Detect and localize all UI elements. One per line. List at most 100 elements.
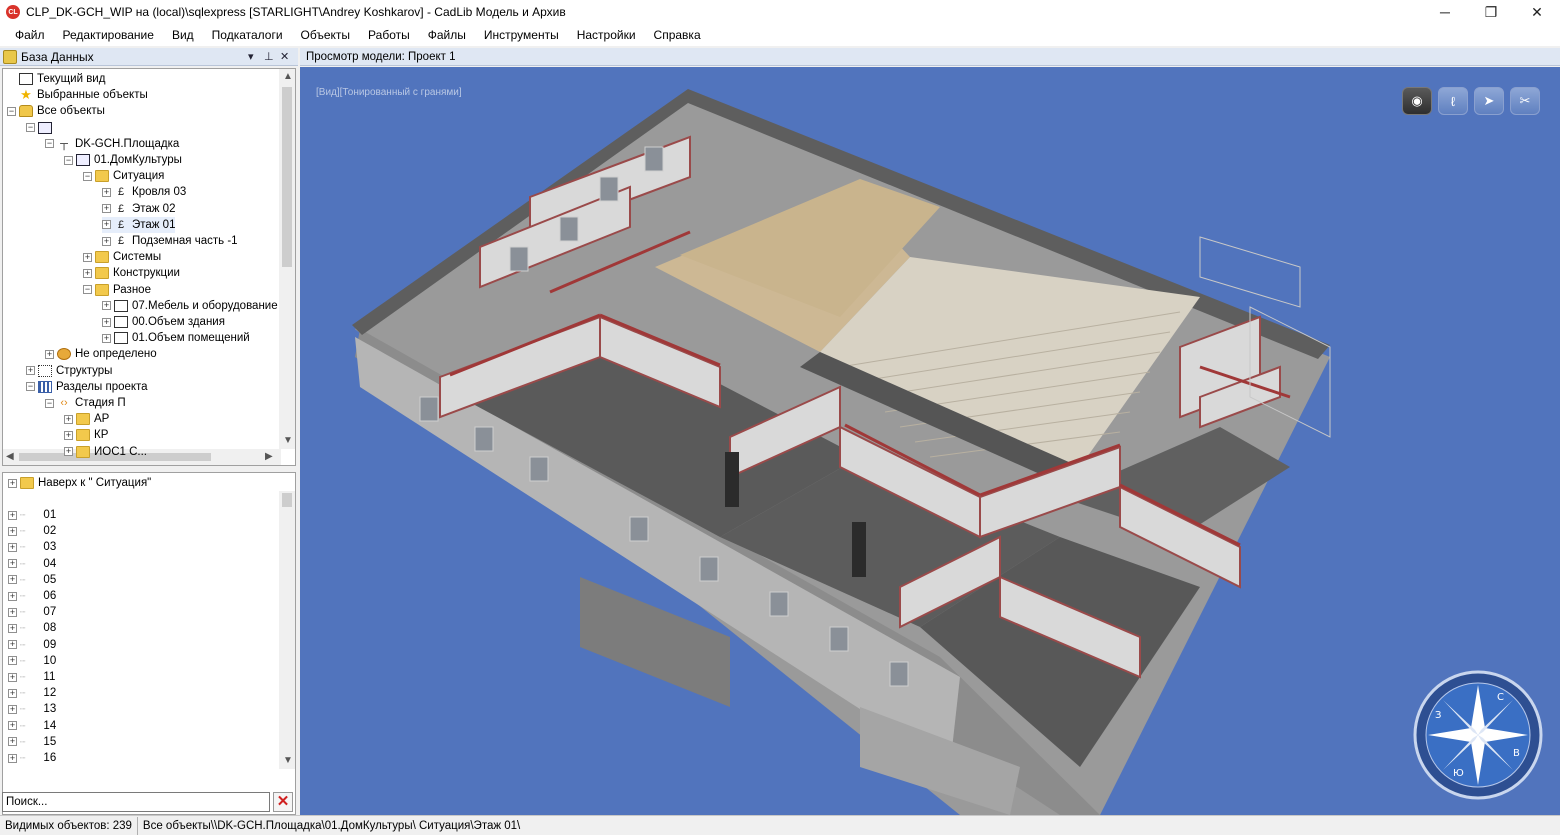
collapse-icon[interactable]: − [45,139,54,149]
expand-icon[interactable]: + [102,187,111,197]
tree-item[interactable]: + Системы [83,249,161,265]
tree-item[interactable]: − ‹› Стадия П [45,395,126,411]
tree-item[interactable]: +01.Объем помещений [102,330,250,346]
list-item[interactable]: + ┈ 13 [8,701,56,717]
expand-icon[interactable]: + [83,252,92,262]
panel-dropdown-icon[interactable]: ▾ [248,48,254,66]
expand-icon[interactable]: + [8,591,17,601]
list-item[interactable]: + ┈ 04 [8,556,56,572]
tree-item[interactable]: + £ Этаж 02 [102,201,175,217]
expand-icon[interactable]: + [102,236,111,246]
tree-item[interactable]: − Разное [83,282,151,298]
close-button[interactable]: ✕ [1514,0,1560,24]
panel-close-icon[interactable]: ✕ [280,48,289,66]
expand-icon[interactable]: + [102,317,111,327]
menu-help[interactable]: Справка [645,24,710,46]
expand-icon[interactable]: + [102,220,111,230]
tree-item[interactable]: − 01.ДомКультуры [64,152,182,168]
expand-icon[interactable]: + [8,623,17,633]
tree-item[interactable]: − Ситуация [83,168,164,184]
scroll-left-icon[interactable]: ◀ [6,451,14,462]
tree-item[interactable]: − Разделы проекта [26,379,148,395]
tree-item[interactable]: − ┬ DK-GCH.Площадка [45,136,179,152]
list-item[interactable]: + ┈ 10 [8,653,56,669]
menu-subcatalogs[interactable]: Подкаталоги [203,24,292,46]
expand-icon[interactable]: + [8,478,17,488]
menu-objects[interactable]: Объекты [292,24,360,46]
children-list[interactable]: + Наверх к " Ситуация" ▼ + ┈ 01 + ┈ 02 + ┈ 03 + ┈ 0… [2,472,296,815]
tree-item[interactable]: + Не определено [45,346,157,362]
scroll-right-icon[interactable]: ▶ [265,451,273,462]
tree-item[interactable]: + £ Этаж 01 [102,216,176,233]
tree-item[interactable]: + £ Кровля 03 [102,184,186,200]
fly-icon[interactable]: ➤ [1474,87,1504,115]
expand-icon[interactable]: + [8,510,17,520]
expand-icon[interactable]: + [8,672,17,682]
expand-icon[interactable]: + [8,737,17,747]
compass-icon[interactable]: С В Ю З [1413,670,1543,800]
list-item[interactable]: + ┈ 03 [8,539,56,555]
menu-settings[interactable]: Настройки [568,24,645,46]
expand-icon[interactable]: + [8,542,17,552]
expand-icon[interactable]: + [83,268,92,278]
menu-works[interactable]: Работы [359,24,419,46]
expand-icon[interactable]: + [102,301,111,311]
tree-item[interactable]: +00.Объем здания [102,314,225,330]
expand-icon[interactable]: + [26,366,35,376]
expand-icon[interactable]: + [8,575,17,585]
maximize-button[interactable]: ❐ [1468,0,1514,24]
collapse-icon[interactable]: − [64,155,73,165]
tree-item[interactable]: + £ Подземная часть -1 [102,233,238,249]
tree-item[interactable]: + Структуры [26,363,112,379]
up-to-parent-item[interactable]: + Наверх к " Ситуация" [8,475,151,491]
expand-icon[interactable]: + [8,559,17,569]
expand-icon[interactable]: + [8,640,17,650]
list-item[interactable]: + ┈ 09 [8,637,56,653]
panel-pin-icon[interactable]: ⊥ [264,48,274,66]
menu-edit[interactable]: Редактирование [54,24,163,46]
list-item[interactable]: + ┈ 08 [8,620,56,636]
model-viewport[interactable]: [Вид][Тонированный с гранями] ◉ ℓ ➤ ✂ С … [300,67,1560,815]
walk-icon[interactable]: ℓ [1438,87,1468,115]
tree-item[interactable]: + КР [64,427,108,443]
tree-item[interactable]: + Конструкции [83,265,180,281]
collapse-icon[interactable]: − [7,106,16,116]
list-item[interactable]: + ┈ 06 [8,588,56,604]
eye-icon[interactable]: ◉ [1402,87,1432,115]
expand-icon[interactable]: + [64,447,73,457]
list-item[interactable]: + ┈ 07 [8,604,56,620]
list-item[interactable]: + ┈ 12 [8,685,56,701]
tree-item[interactable]: Текущий вид [7,71,105,87]
list-item[interactable]: + ┈ 11 [8,669,55,685]
list-scroll-thumb[interactable] [282,493,292,507]
tree-item[interactable]: +07.Мебель и оборудование [102,298,278,314]
menu-tools[interactable]: Инструменты [475,24,568,46]
expand-icon[interactable]: + [64,430,73,440]
expand-icon[interactable]: + [8,721,17,731]
expand-icon[interactable]: + [8,607,17,617]
collapse-icon[interactable]: − [45,398,54,408]
menu-file[interactable]: Файл [6,24,54,46]
list-vertical-scrollbar[interactable]: ▼ [279,491,295,769]
expand-icon[interactable]: + [8,526,17,536]
scroll-down-icon[interactable]: ▼ [283,435,293,446]
list-item[interactable]: + ┈ 15 [8,734,56,750]
list-item[interactable]: + ┈ 05 [8,572,56,588]
tree-item[interactable]: − Все объекты [7,103,105,119]
menu-files[interactable]: Файлы [419,24,475,46]
scroll-up-icon[interactable]: ▲ [283,71,293,82]
tree-item[interactable]: ★ Выбранные объекты [7,87,148,103]
tools-icon[interactable]: ✂ [1510,87,1540,115]
tree-item[interactable]: + ИОС1 С... [64,444,147,460]
menu-view[interactable]: Вид [163,24,203,46]
expand-icon[interactable]: + [102,333,111,343]
minimize-button[interactable]: ─ [1422,0,1468,24]
building-3d-model[interactable] [300,67,1560,815]
object-tree[interactable]: ▲ ▼ ◀ ▶ Текущий вид ★ Выбранные объекты − Вс… [2,68,296,466]
clear-search-button[interactable]: ✕ [273,792,293,812]
tree-item[interactable]: − [26,120,56,136]
collapse-icon[interactable]: − [83,285,92,295]
expand-icon[interactable]: + [45,349,54,359]
expand-icon[interactable]: + [8,688,17,698]
search-input[interactable]: Поиск... [2,792,270,812]
